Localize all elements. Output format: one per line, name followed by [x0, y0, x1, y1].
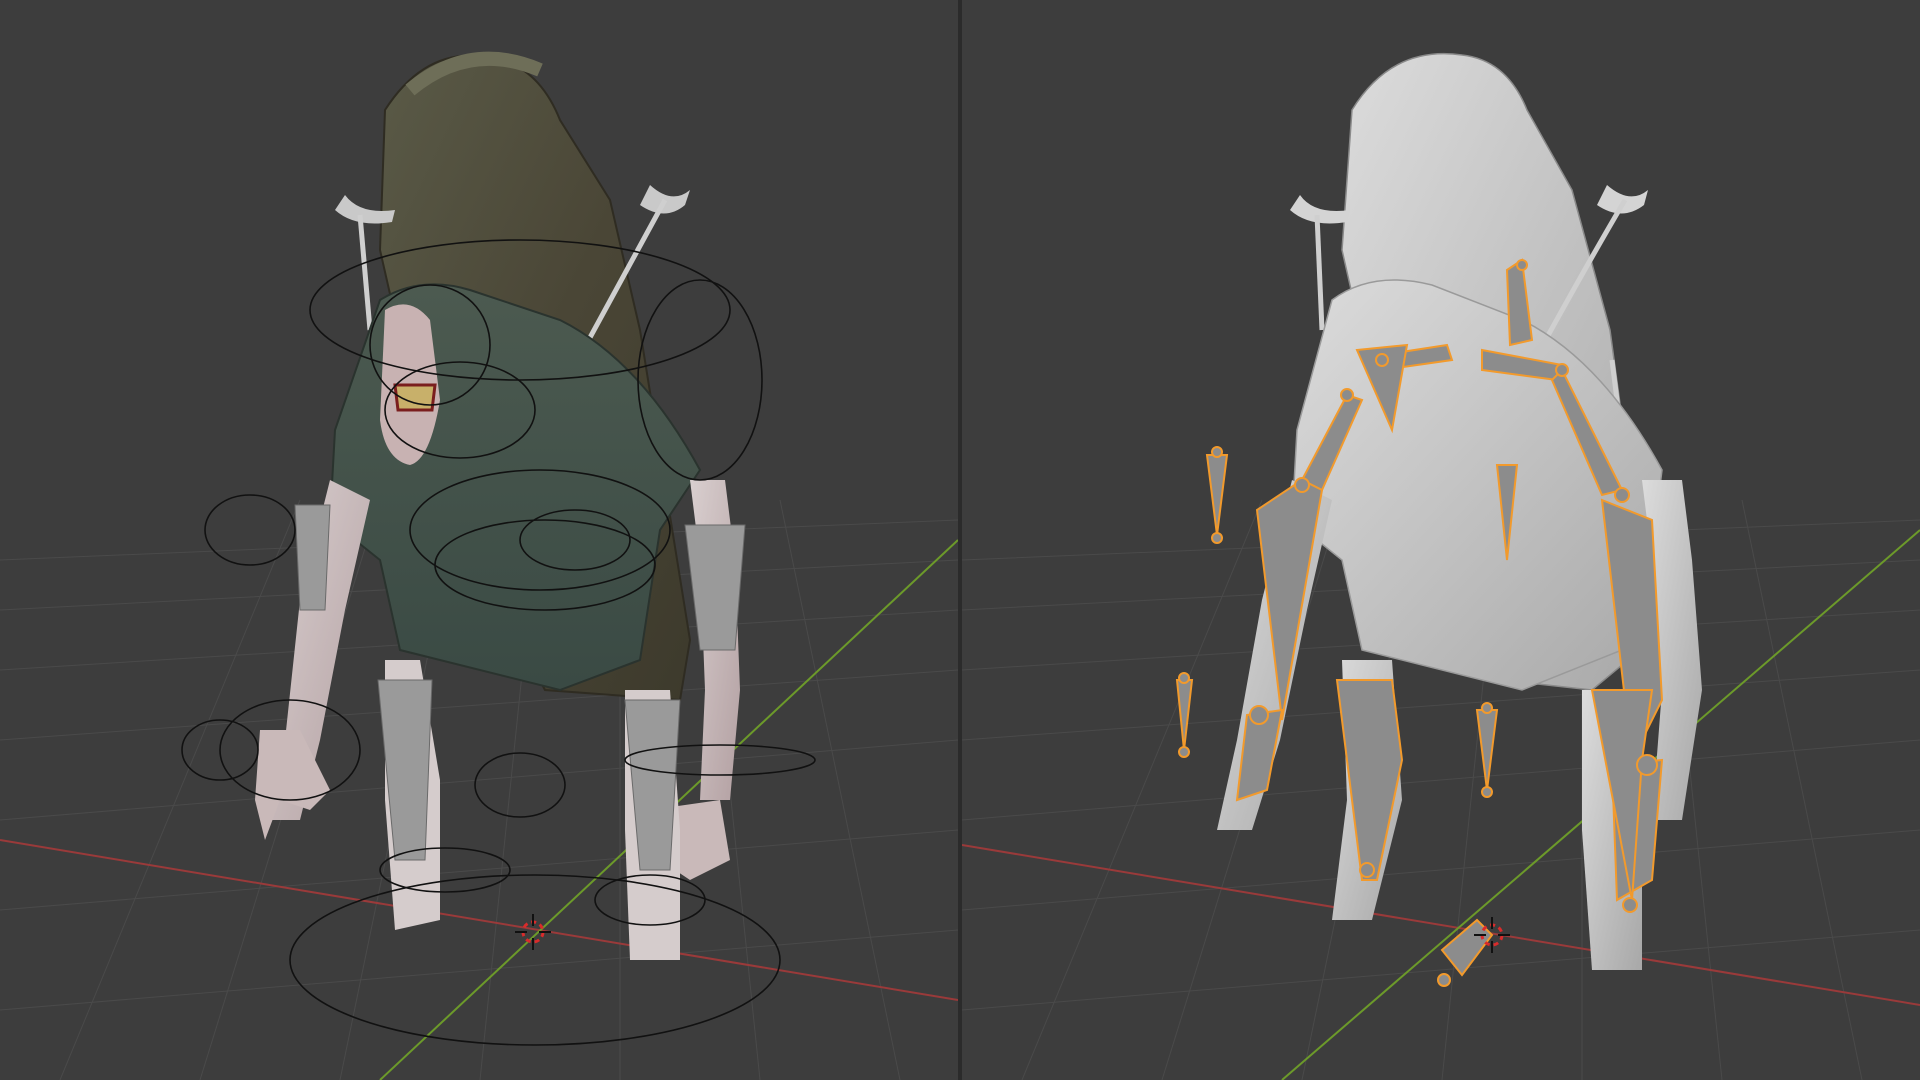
viewport-right-canvas[interactable] — [962, 0, 1920, 1080]
bone-shin-left[interactable] — [377, 679, 433, 861]
controller-knee-left[interactable] — [474, 752, 566, 818]
blender-app — [0, 0, 1920, 1080]
3d-cursor-icon[interactable] — [515, 914, 551, 950]
viewport-right-solid[interactable] — [962, 0, 1920, 1080]
controller-hand-left[interactable] — [204, 494, 296, 566]
bone-forearm-right[interactable] — [684, 524, 746, 651]
hook-left — [1290, 195, 1350, 224]
controller-shoulder-right[interactable] — [637, 279, 763, 481]
bone-forearm-left[interactable] — [294, 504, 331, 611]
hook-right — [1597, 185, 1648, 214]
hook-right — [640, 185, 690, 214]
hand-left-mesh — [255, 730, 330, 840]
viewport-left-canvas[interactable] — [0, 0, 958, 1080]
x-axis-line — [0, 839, 958, 1001]
viewport-left-material-preview[interactable] — [0, 0, 958, 1080]
bone-pole-left-2[interactable] — [1175, 679, 1194, 751]
bone-pole-left-1[interactable] — [1205, 454, 1229, 536]
bone-pole-center[interactable] — [1475, 709, 1499, 791]
